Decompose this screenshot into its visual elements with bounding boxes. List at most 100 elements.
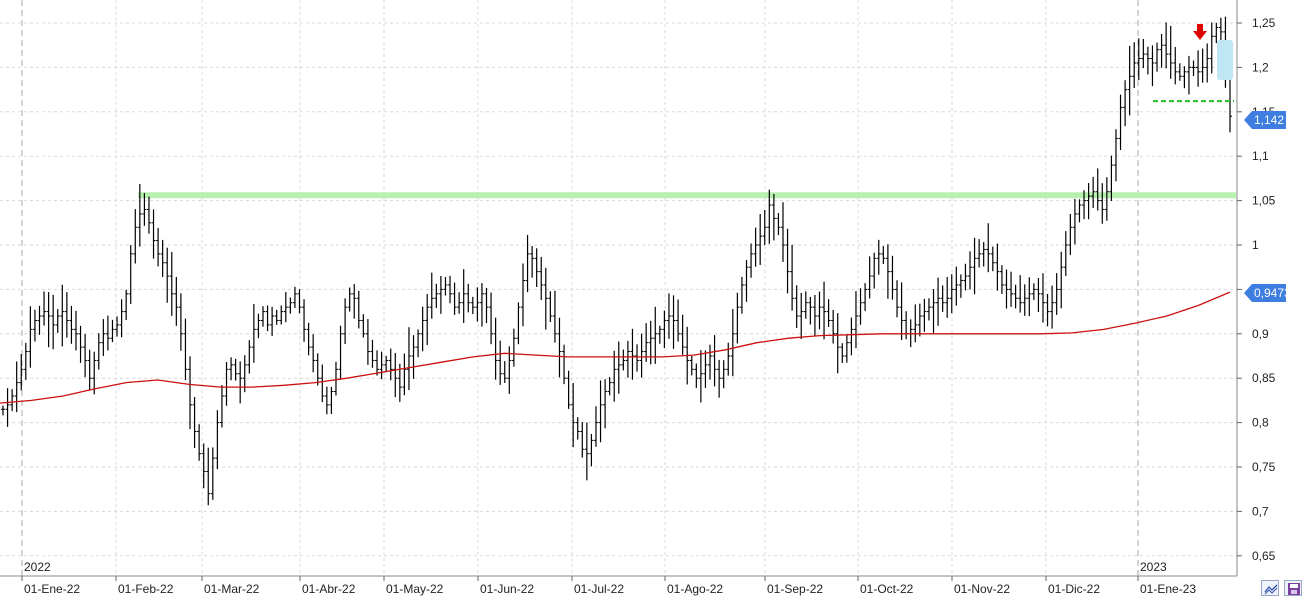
price-bar [1, 405, 5, 416]
price-bar [119, 299, 124, 338]
price-bar [1141, 38, 1146, 69]
price-bar [543, 267, 548, 330]
price-bar [87, 349, 92, 391]
price-bar [808, 296, 813, 325]
price-bar [452, 282, 457, 315]
price-bar [411, 335, 416, 379]
price-bar [475, 287, 480, 322]
price-bar [55, 309, 60, 333]
price-bar [972, 237, 977, 295]
chart-settings-button[interactable] [1261, 580, 1279, 596]
price-bar [169, 252, 174, 316]
year-label: 2022 [24, 560, 51, 574]
y-tick-label: 1,1 [1252, 149, 1269, 163]
price-bar [986, 223, 991, 273]
price-bar [762, 209, 767, 246]
price-bar [603, 379, 608, 429]
price-bar [188, 356, 193, 430]
price-bar [402, 353, 407, 396]
price-bar [593, 406, 598, 447]
price-bar [78, 325, 83, 363]
y-tick-label: 0,85 [1252, 371, 1276, 385]
x-tick-label: 01-Sep-22 [767, 582, 823, 596]
price-bar [635, 344, 640, 372]
price-bar [311, 334, 316, 373]
arrow-shaft [1197, 24, 1203, 32]
price-bar [1177, 63, 1182, 81]
price-bar [890, 255, 895, 300]
price-bar [1164, 22, 1169, 69]
price-bar [229, 357, 234, 381]
down-arrow-marker-icon [1193, 24, 1207, 40]
price-bar [493, 317, 498, 380]
save-button[interactable] [1284, 580, 1302, 596]
price-bar [73, 310, 78, 351]
price-bar [96, 333, 101, 370]
price-bar [749, 243, 754, 278]
price-bar [315, 353, 320, 386]
price-bar [657, 325, 662, 344]
price-bar [64, 292, 69, 338]
price-bar [206, 447, 211, 506]
y-tick-label: 1,05 [1252, 194, 1276, 208]
price-bar [274, 309, 279, 325]
price-bar [356, 290, 361, 329]
price-bar [990, 246, 995, 272]
price-bar [406, 327, 411, 391]
price-bar [1018, 275, 1023, 313]
price-bar [178, 293, 183, 351]
price-bar [5, 388, 10, 427]
price-bar [1045, 293, 1050, 327]
price-bar [256, 313, 261, 339]
price-bar [1031, 283, 1036, 300]
price-bar [589, 433, 594, 467]
price-bar [14, 361, 19, 413]
price-bar [945, 276, 950, 318]
price-bar [306, 322, 311, 356]
x-tick-label: 01-May-22 [386, 582, 444, 596]
price-bar [744, 260, 749, 302]
price-bar [297, 289, 302, 314]
price-bar [210, 447, 215, 500]
price-bar [384, 355, 389, 372]
ma-value-badge: 0,9473 [1244, 284, 1291, 302]
price-bar [858, 288, 863, 325]
price-bar [607, 377, 612, 396]
price-bar [922, 298, 927, 332]
price-bar [1040, 273, 1045, 323]
price-bar [926, 298, 931, 321]
price-bar [899, 282, 904, 341]
x-tick-label: 01-Ago-22 [667, 582, 723, 596]
price-bar [826, 299, 831, 327]
price-bar [790, 244, 795, 311]
price-bar [379, 351, 384, 380]
price-bar [466, 283, 471, 313]
price-bar [233, 358, 238, 381]
price-bar [425, 294, 430, 346]
price-bar [461, 269, 466, 323]
price-bar [1218, 17, 1223, 41]
price-bar [575, 417, 580, 440]
price-bar [338, 325, 343, 380]
price-bar [703, 350, 708, 388]
y-tick-label: 1 [1252, 238, 1259, 252]
price-bar [101, 319, 106, 356]
price-bar [219, 385, 224, 428]
price-bar [1036, 278, 1041, 312]
price-bar [470, 296, 475, 315]
price-bar [630, 328, 635, 380]
price-bar [1205, 43, 1210, 83]
y-tick-label: 0,9 [1252, 327, 1269, 341]
price-bar [279, 305, 284, 325]
price-bar [434, 283, 439, 308]
chart-settings-icon [1264, 584, 1278, 595]
price-bar [247, 340, 252, 374]
price-bar [1182, 66, 1187, 89]
price-bar [981, 242, 986, 267]
price-bar [46, 292, 51, 348]
resistance-band [138, 192, 1236, 199]
price-bar [1173, 46, 1178, 85]
price-bar [612, 350, 617, 402]
price-bar [1118, 94, 1123, 150]
price-bar [881, 246, 886, 265]
